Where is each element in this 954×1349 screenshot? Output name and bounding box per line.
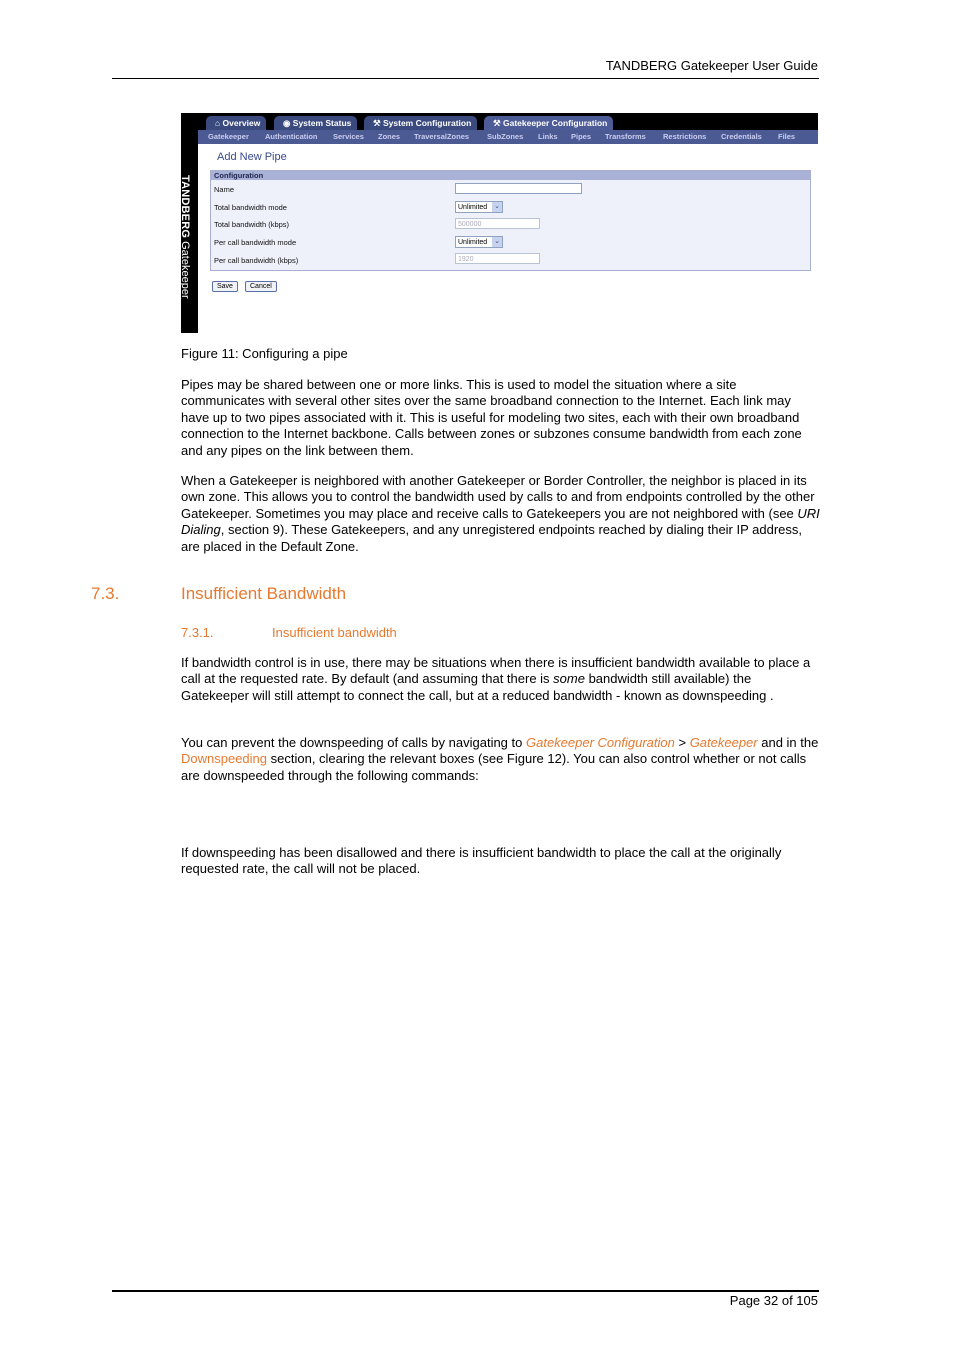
subnav-services[interactable]: Services [333,130,364,144]
tab-system-configuration[interactable]: ⚒ System Configuration [364,116,478,130]
wrench-icon: ⚒ [493,118,503,128]
status-icon: ◉ [283,118,293,128]
subnav-traversalzones[interactable]: TraversalZones [414,130,469,144]
brand-sidebar: TANDBERGGatekeeper [179,113,198,333]
chevron-down-icon: ⌄ [492,202,502,212]
configuration-header: Configuration [211,171,810,180]
link-gatekeeper-configuration[interactable]: Gatekeeper Configuration [526,735,675,750]
total-bandwidth-input[interactable]: 500000 [455,218,540,229]
main-tabs: ⌂ Overview ◉ System Status ⚒ System Conf… [198,113,818,130]
brand-logo: TANDBERGGatekeeper [179,175,191,299]
subnav-credentials[interactable]: Credentials [721,130,762,144]
subnav-authentication[interactable]: Authentication [265,130,318,144]
cancel-button[interactable]: Cancel [245,281,277,292]
subnav-files[interactable]: Files [778,130,795,144]
link-gatekeeper[interactable]: Gatekeeper [690,735,758,750]
total-bandwidth-mode-label: Total bandwidth mode [214,203,287,212]
footer-rule [112,1290,819,1292]
figure-screenshot: TANDBERGGatekeeper ⌂ Overview ◉ System S… [179,113,818,333]
configuration-panel: Configuration Name Total bandwidth mode … [210,170,811,271]
subnav-zones[interactable]: Zones [378,130,400,144]
subnav-transforms[interactable]: Transforms [605,130,646,144]
tab-overview[interactable]: ⌂ Overview [206,116,267,130]
subsection-heading: Insufficient bandwidth [272,625,397,640]
subnav-subzones[interactable]: SubZones [487,130,523,144]
subnav-links[interactable]: Links [538,130,558,144]
name-label: Name [214,185,235,194]
paragraph-disallowed: If downspeeding has been disallowed and … [181,845,782,877]
per-call-bandwidth-label: Per call bandwidth (kbps) [214,256,299,265]
page-title: Add New Pipe [217,151,287,163]
paragraph-insufficient: If bandwidth control is in use, there ma… [181,655,811,703]
total-bandwidth-mode-select[interactable]: Unlimited ⌄ [455,201,503,213]
home-icon: ⌂ [215,118,223,128]
per-call-bandwidth-input[interactable]: 1920 [455,253,540,264]
section-heading: Insufficient Bandwidth [181,584,347,603]
paragraph-neighbors: When a Gatekeeper is neighbored with ano… [181,473,820,554]
subnav-gatekeeper[interactable]: Gatekeeper [208,130,249,144]
document-header-title: TANDBERG Gatekeeper User Guide [605,58,818,73]
wrench-icon: ⚒ [373,118,383,128]
save-button[interactable]: Save [212,281,238,292]
figure-caption: Figure 11: Configuring a pipe [181,346,348,361]
header-rule [112,78,819,79]
tab-gatekeeper-configuration[interactable]: ⚒ Gatekeeper Configuration [484,116,614,130]
link-downspeeding[interactable]: Downspeeding [181,751,267,766]
name-input[interactable] [455,183,582,194]
section-number: 7.3. [91,584,120,603]
tab-system-status[interactable]: ◉ System Status [274,116,358,130]
subnav-pipes[interactable]: Pipes [571,130,591,144]
page-number: Page 32 of 105 [729,1293,818,1308]
per-call-bandwidth-mode-select[interactable]: Unlimited ⌄ [455,236,503,248]
subnav-restrictions[interactable]: Restrictions [663,130,706,144]
paragraph-prevent-downspeeding: You can prevent the downspeeding of call… [181,735,819,783]
subsection-number: 7.3.1. [181,625,214,640]
per-call-bandwidth-mode-label: Per call bandwidth mode [214,238,297,247]
chevron-down-icon: ⌄ [492,237,502,247]
sub-navigation: Gatekeeper Authentication Services Zones… [198,130,818,144]
total-bandwidth-label: Total bandwidth (kbps) [214,220,290,229]
paragraph-pipes: Pipes may be shared between one or more … [181,377,802,458]
